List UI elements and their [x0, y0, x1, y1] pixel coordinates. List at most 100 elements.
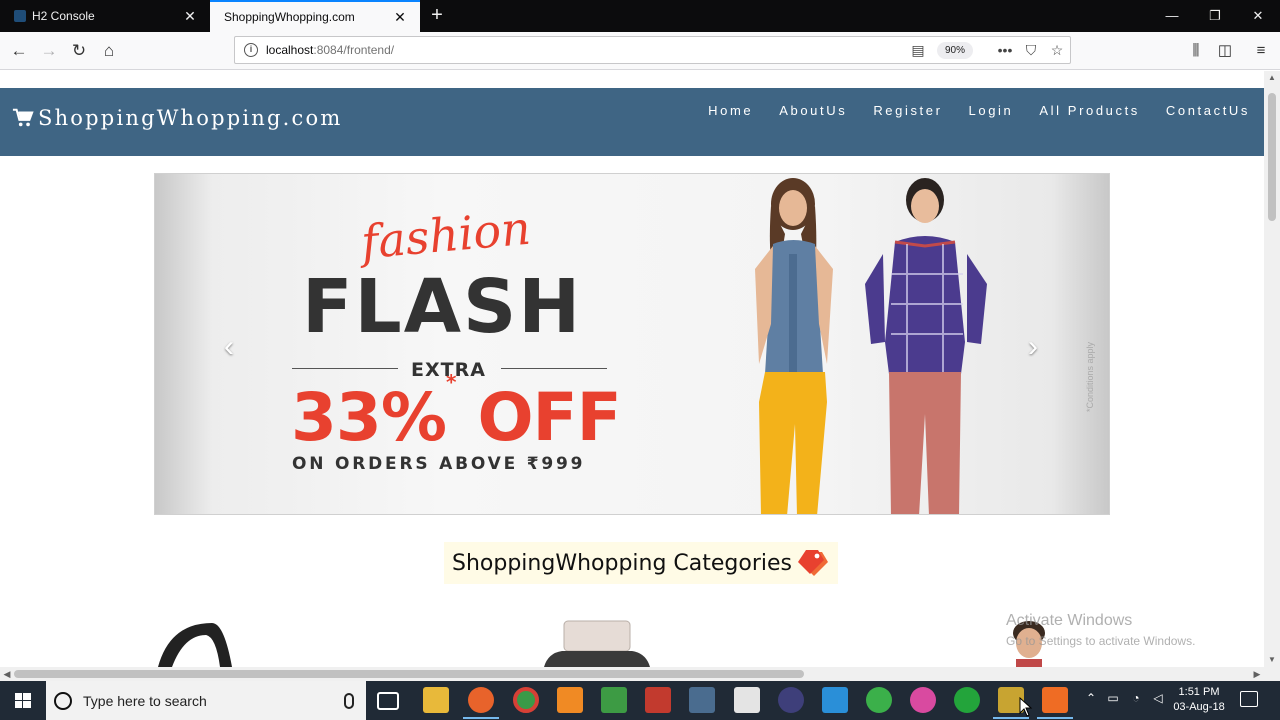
- page-viewport: ShoppingWhopping.com Home AboutUs Regist…: [0, 71, 1264, 667]
- scroll-up-icon[interactable]: ▲: [1264, 71, 1280, 85]
- discount-off: OFF: [477, 379, 621, 456]
- taskbar-search-box[interactable]: Type here to search: [46, 681, 366, 720]
- discount-asterisk: *: [445, 370, 457, 394]
- clock-time: 1:51 PM: [1178, 686, 1220, 698]
- volume-icon[interactable]: ◁: [1149, 691, 1167, 705]
- new-tab-icon[interactable]: +: [426, 4, 448, 26]
- action-center-icon[interactable]: [1240, 691, 1258, 707]
- file-explorer-icon[interactable]: [423, 687, 449, 713]
- upwork-icon[interactable]: [954, 687, 980, 713]
- close-tab-icon[interactable]: ✕: [392, 9, 408, 26]
- categories-heading: ShoppingWhopping Categories: [444, 542, 839, 584]
- nav-register[interactable]: Register: [873, 103, 942, 118]
- close-window-icon[interactable]: ✕: [1236, 0, 1280, 32]
- clock-date: 03-Aug-18: [1173, 701, 1225, 713]
- firefox-icon[interactable]: [463, 687, 499, 719]
- brand-name: ShoppingWhopping.com: [38, 106, 343, 130]
- divider: [292, 368, 398, 369]
- home-icon[interactable]: ⌂: [97, 39, 121, 63]
- mouse-cursor-icon: [1019, 697, 1033, 717]
- scroll-left-icon[interactable]: ◀: [0, 667, 14, 681]
- close-tab-icon[interactable]: ✕: [182, 8, 198, 25]
- carousel-next-icon[interactable]: ›: [1021, 332, 1045, 362]
- tab-h2-console[interactable]: H2 Console ✕: [0, 0, 210, 32]
- show-hidden-icons-icon[interactable]: ⌃: [1082, 691, 1100, 705]
- price-tag-icon: [798, 550, 829, 576]
- main-menu: Home AboutUs Register Login All Products…: [708, 103, 1264, 118]
- categories-title: ShoppingWhopping Categories: [452, 550, 793, 576]
- nav-home[interactable]: Home: [708, 103, 753, 118]
- notepad-icon[interactable]: [601, 687, 627, 713]
- forward-arrow-icon[interactable]: →: [37, 39, 61, 63]
- h2-favicon-icon: [14, 10, 26, 22]
- reload-icon[interactable]: ↻: [67, 39, 91, 63]
- shopping-cart-icon: [12, 108, 34, 127]
- restore-icon[interactable]: ❐: [1193, 0, 1237, 32]
- vertical-scrollbar[interactable]: ▲ ▼: [1264, 71, 1280, 667]
- category-appliance-image[interactable]: [540, 619, 652, 667]
- library-icon[interactable]: ⫼: [1186, 41, 1206, 61]
- filezilla-icon[interactable]: [645, 687, 671, 713]
- scroll-thumb[interactable]: [1268, 93, 1276, 221]
- nav-login[interactable]: Login: [969, 103, 1014, 118]
- carousel-prev-icon[interactable]: ‹: [217, 332, 241, 362]
- scroll-thumb[interactable]: [14, 670, 804, 678]
- divider: [501, 368, 607, 369]
- zoom-level-badge[interactable]: 90%: [937, 42, 973, 59]
- promo-flash-text: FLASH: [302, 264, 583, 350]
- horizontal-scrollbar[interactable]: ◀ ▶: [0, 667, 1264, 681]
- url-host: localhost: [266, 43, 314, 57]
- scroll-down-icon[interactable]: ▼: [1264, 653, 1280, 667]
- nav-contactus[interactable]: ContactUs: [1166, 103, 1250, 118]
- promo-discount-text: 33%* OFF: [291, 370, 622, 456]
- minimize-icon[interactable]: —: [1150, 0, 1194, 32]
- document-icon[interactable]: [734, 687, 760, 713]
- url-bar[interactable]: i localhost:8084/frontend/ ▤ 90% ••• ⛉ ☆: [234, 36, 1071, 64]
- scroll-right-icon[interactable]: ▶: [1250, 667, 1264, 681]
- nav-aboutus[interactable]: AboutUs: [779, 103, 847, 118]
- eclipse-icon[interactable]: [778, 687, 804, 713]
- menu-hamburger-icon[interactable]: ≡: [1251, 41, 1271, 61]
- url-text[interactable]: localhost:8084/frontend/: [266, 43, 394, 57]
- back-arrow-icon[interactable]: ←: [7, 39, 31, 63]
- wifi-icon[interactable]: ◔: [1127, 691, 1145, 705]
- category-watch-image[interactable]: [150, 619, 240, 667]
- battery-icon[interactable]: ▭: [1104, 691, 1122, 705]
- promo-orders-text: ON ORDERS ABOVE ₹999: [292, 454, 586, 474]
- sublime-text-icon[interactable]: [557, 687, 583, 713]
- utorrent-icon[interactable]: [866, 687, 892, 713]
- windows-taskbar: Type here to search ⌃ ▭ ◔ ◁ 1:51 PM 03-A…: [0, 681, 1280, 720]
- dev-tool-icon[interactable]: [689, 687, 715, 713]
- discount-value: 33%: [291, 379, 447, 456]
- browser-navbar: ← → ↻ ⌂ i localhost:8084/frontend/ ▤ 90%…: [0, 32, 1280, 70]
- site-brand[interactable]: ShoppingWhopping.com: [12, 106, 342, 130]
- bookmark-star-icon[interactable]: ☆: [1048, 41, 1066, 59]
- windows-activation-watermark: Activate Windows Go to Settings to activ…: [1006, 612, 1195, 648]
- taskbar-clock[interactable]: 1:51 PM 03-Aug-18: [1166, 685, 1232, 715]
- models-image: [755, 178, 987, 514]
- site-header: ShoppingWhopping.com Home AboutUs Regist…: [0, 88, 1264, 156]
- site-info-icon[interactable]: i: [244, 43, 258, 57]
- reader-view-icon[interactable]: ▤: [909, 41, 927, 59]
- itunes-icon[interactable]: [910, 687, 936, 713]
- url-path: :8084/frontend/: [313, 43, 395, 57]
- task-view-icon[interactable]: [377, 692, 399, 710]
- promo-carousel: fashion FLASH EXTRA 33%* OFF ON ORDERS A…: [154, 173, 1110, 515]
- browser-tab-strip: H2 Console ✕ ShoppingWhopping.com ✕ + — …: [0, 0, 1280, 32]
- pocket-icon[interactable]: ⛉: [1022, 41, 1040, 59]
- windows-start-icon[interactable]: [0, 681, 46, 720]
- page-actions-icon[interactable]: •••: [996, 41, 1014, 59]
- recorder-icon[interactable]: [1037, 687, 1073, 719]
- sidebar-icon[interactable]: ◫: [1215, 41, 1235, 61]
- chrome-icon[interactable]: [513, 687, 539, 713]
- promo-conditions-text: *Conditions apply: [1085, 341, 1095, 412]
- tab-shoppingwhopping[interactable]: ShoppingWhopping.com ✕: [210, 0, 420, 32]
- nav-all-products[interactable]: All Products: [1039, 103, 1140, 118]
- cortana-icon: [54, 691, 72, 710]
- tab-title: H2 Console: [32, 9, 95, 23]
- microphone-icon[interactable]: [344, 692, 354, 709]
- watermark-title: Activate Windows: [1006, 612, 1133, 629]
- sync-app-icon[interactable]: [822, 687, 848, 713]
- watermark-subtitle: Go to Settings to activate Windows.: [1006, 634, 1196, 648]
- tab-title: ShoppingWhopping.com: [224, 10, 355, 24]
